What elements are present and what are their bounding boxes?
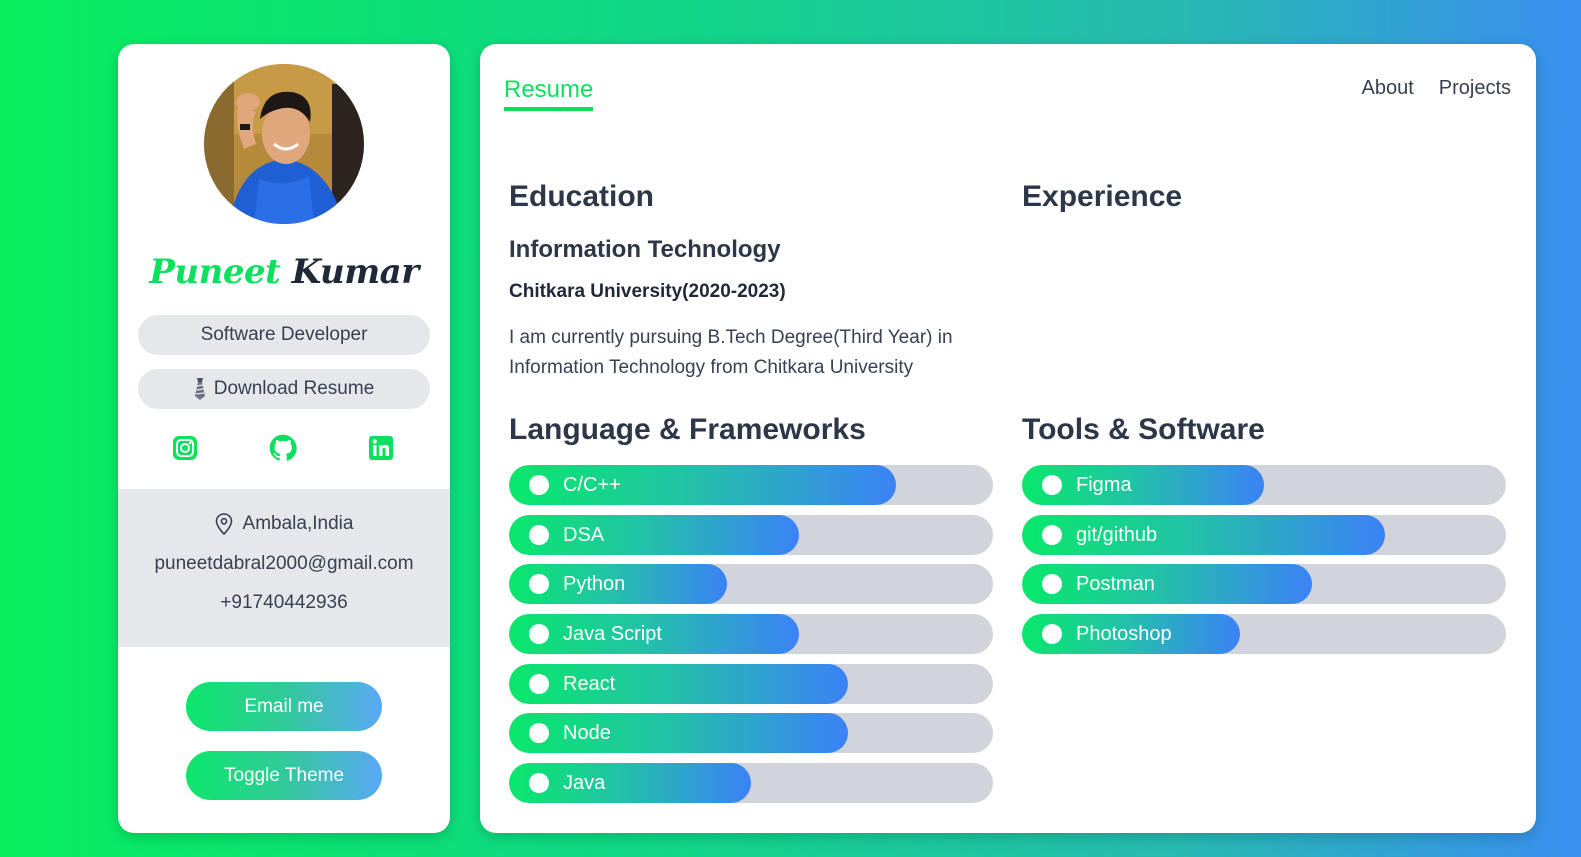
contact-info: Ambala,India puneetdabral2000@gmail.com … — [118, 489, 450, 647]
nav-about[interactable]: About — [1361, 77, 1413, 100]
instagram-icon — [173, 436, 197, 460]
download-resume-label: Download Resume — [213, 378, 375, 399]
skill-bar: Java — [509, 763, 993, 804]
university-name: Chitkara University(2020-2023) — [509, 281, 786, 302]
instagram-link[interactable] — [171, 434, 199, 462]
experience-heading: Experience — [1022, 180, 1183, 213]
skill-dot-icon — [529, 524, 549, 545]
linkedin-link[interactable] — [367, 434, 395, 462]
skill-label: Figma — [1076, 474, 1132, 496]
languages-skill-list: C/C++ DSA Python Java Script React Node Java — [509, 465, 993, 813]
skill-label: Python — [563, 573, 626, 596]
tie-icon — [194, 377, 206, 401]
profile-card: Puneet Kumar Software Developer Download… — [118, 44, 450, 833]
github-icon — [269, 434, 297, 461]
skill-dot-icon — [529, 773, 549, 794]
skill-label: C/C++ — [563, 474, 621, 496]
degree-title: Information Technology — [509, 236, 781, 263]
education-heading: Education — [509, 180, 655, 213]
linkedin-icon — [369, 436, 393, 460]
skill-bar: Photoshop — [1022, 614, 1506, 655]
tools-skill-list: Figma git/github Postman Photoshop — [1022, 465, 1506, 664]
location-row: Ambala,India — [118, 513, 450, 535]
location-text: Ambala,India — [242, 513, 354, 534]
location-pin-icon — [215, 513, 232, 535]
skill-label: DSA — [563, 523, 605, 546]
skill-bar: Node — [509, 713, 993, 754]
resume-card: Resume About Projects Education Informat… — [480, 44, 1536, 833]
skill-label: React — [563, 672, 616, 695]
email-text: puneetdabral2000@gmail.com — [154, 553, 414, 574]
download-resume-button[interactable]: Download Resume — [138, 369, 430, 409]
skill-bar: Python — [509, 564, 993, 605]
languages-heading: Language & Frameworks — [509, 413, 866, 446]
skill-bar: Postman — [1022, 564, 1506, 605]
skill-bar-fill — [509, 663, 848, 704]
skill-label: Node — [563, 722, 611, 745]
skill-dot-icon — [529, 475, 549, 495]
top-nav: About Projects — [1361, 77, 1511, 100]
phone-text: +91740442936 — [220, 592, 348, 613]
avatar-photo — [204, 64, 364, 224]
skill-bar: React — [509, 663, 993, 704]
github-link[interactable] — [269, 434, 297, 462]
skill-dot-icon — [529, 624, 549, 645]
skill-bar: C/C++ — [509, 465, 993, 505]
skill-dot-icon — [1042, 475, 1062, 495]
skill-label: Photoshop — [1076, 623, 1172, 646]
skill-bar-fill — [509, 713, 848, 754]
skill-label: git/github — [1076, 523, 1158, 546]
skill-bar: Java Script — [509, 614, 993, 655]
skill-label: Java — [563, 772, 606, 795]
skill-label: Postman — [1076, 573, 1155, 596]
skill-label: Java Script — [563, 623, 662, 646]
skill-bar: Figma — [1022, 465, 1506, 505]
role-badge: Software Developer — [138, 315, 430, 355]
nav-projects[interactable]: Projects — [1439, 77, 1511, 100]
profile-name: Puneet Kumar — [118, 252, 450, 292]
toggle-theme-button[interactable]: Toggle Theme — [186, 751, 382, 800]
skill-bar-fill — [1022, 564, 1313, 605]
last-name: Kumar — [291, 252, 419, 292]
first-name: Puneet — [149, 252, 281, 292]
skill-bar: git/github — [1022, 514, 1506, 555]
skill-bar-fill — [509, 514, 800, 555]
skill-dot-icon — [1042, 524, 1062, 545]
skill-bar: DSA — [509, 514, 993, 555]
social-links — [118, 434, 450, 464]
tools-heading: Tools & Software — [1022, 413, 1265, 446]
education-description: I am currently pursuing B.Tech Degree(Th… — [509, 327, 953, 378]
avatar — [204, 64, 364, 224]
skill-dot-icon — [1042, 624, 1062, 645]
email-me-button[interactable]: Email me — [186, 682, 382, 731]
tab-resume[interactable]: Resume — [504, 76, 594, 111]
skill-dot-icon — [529, 673, 549, 694]
